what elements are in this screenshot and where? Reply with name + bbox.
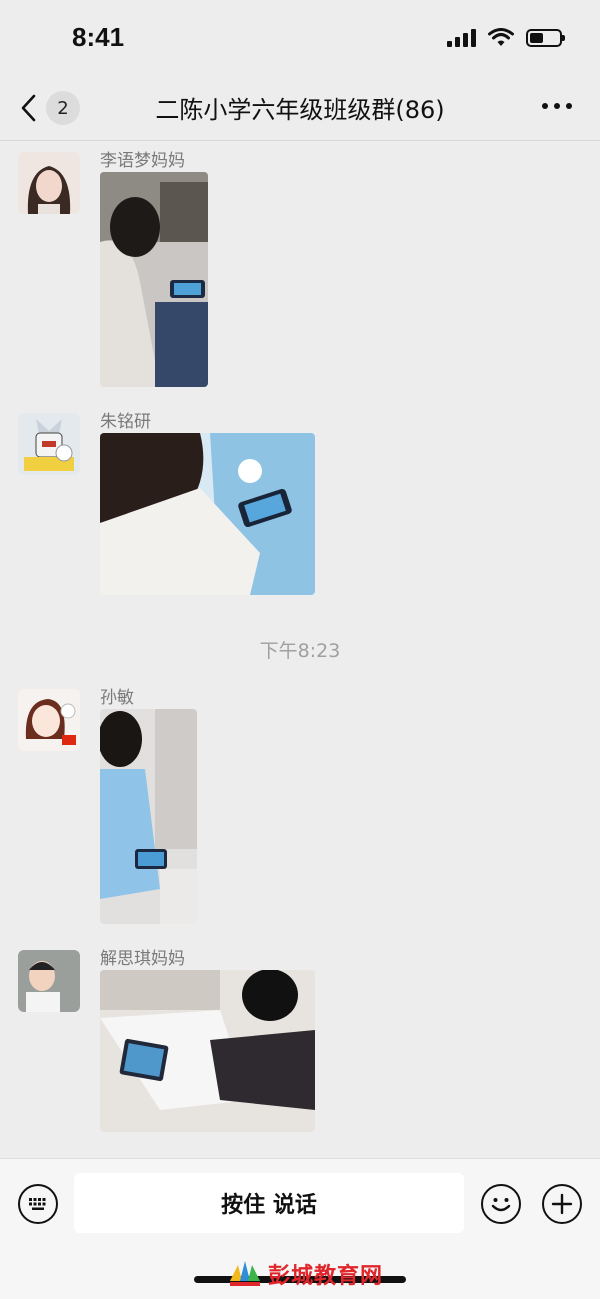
hold-to-talk-button[interactable]: 按住 说话 [74, 1173, 464, 1233]
photo-message[interactable] [100, 433, 315, 595]
avatar[interactable] [18, 689, 80, 751]
watermark-text: 彭城教育网 [268, 1263, 384, 1288]
nav-bar: 二陈小学六年级班级群(86) 2 [0, 72, 600, 141]
unread-badge: 2 [46, 91, 80, 125]
sender-name: 朱铭研 [100, 412, 151, 432]
back-button[interactable]: 2 [20, 88, 100, 128]
more-dots-icon[interactable] [540, 96, 574, 116]
back-chevron-icon [21, 94, 36, 122]
photo-message[interactable] [100, 709, 197, 924]
watermark: 彭城教育网 [228, 1258, 383, 1290]
signal-icon [447, 29, 476, 47]
battery-icon [526, 29, 565, 47]
sender-name: 解思琪妈妈 [100, 949, 185, 969]
status-icons [447, 28, 565, 48]
sender-name: 孙敏 [100, 688, 134, 708]
plus-icon[interactable] [542, 1184, 582, 1224]
status-time: 8:41 [72, 22, 125, 52]
emoji-icon[interactable] [481, 1184, 521, 1224]
wifi-icon [488, 28, 514, 46]
avatar[interactable] [18, 413, 80, 475]
avatar[interactable] [18, 950, 80, 1012]
sender-name: 李语梦妈妈 [100, 151, 185, 171]
watermark-logo-icon [230, 1261, 260, 1286]
keyboard-icon[interactable] [18, 1184, 58, 1224]
timestamp: 下午8:23 [259, 640, 341, 662]
photo-message[interactable] [100, 172, 208, 387]
avatar[interactable] [18, 152, 80, 214]
photo-message[interactable] [100, 970, 315, 1132]
